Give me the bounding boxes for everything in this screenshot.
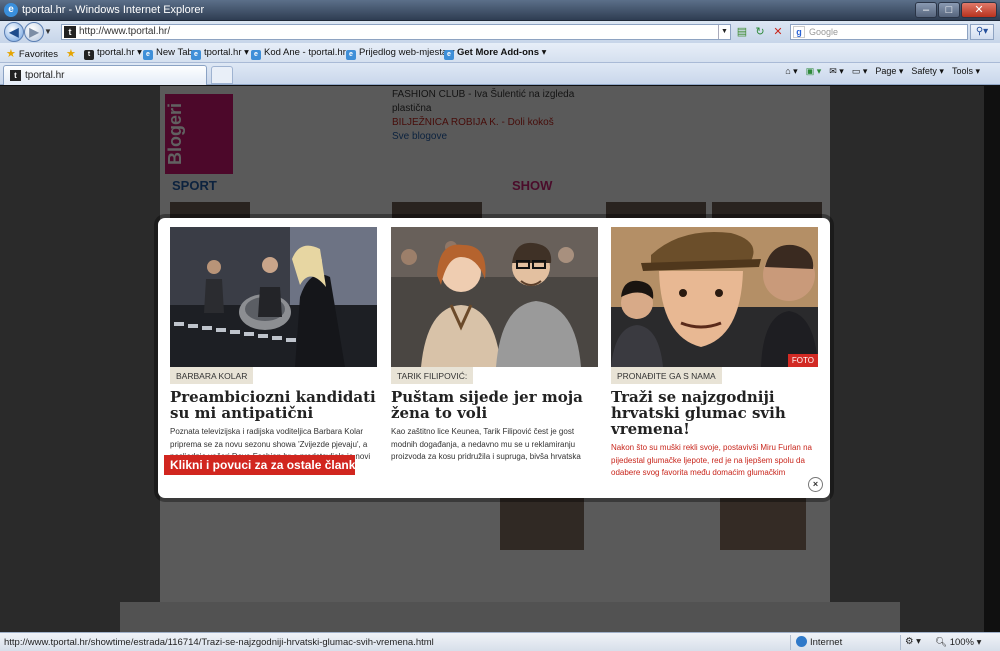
blogger-mark: Blogeri: [165, 94, 233, 174]
title-bar: e tportal.hr - Windows Internet Explorer…: [0, 0, 1000, 21]
tportal-icon: t: [84, 50, 94, 60]
article-headline[interactable]: Preambiciozni kandidati su mi antipatičn…: [170, 389, 377, 421]
command-bar: ⌂ ▾ ▣ ▾ ✉ ▾ ▭ ▾ Page ▾ Safety ▾ Tools ▾: [785, 66, 980, 77]
article-tag[interactable]: PRONAĐITE GA S NAMA: [611, 367, 722, 384]
ie-page-icon: e: [444, 50, 454, 60]
mail-icon[interactable]: ✉ ▾: [829, 66, 844, 77]
search-box[interactable]: g Google: [790, 24, 968, 40]
article-photo[interactable]: [391, 227, 598, 367]
ie-page-icon: e: [143, 50, 153, 60]
close-window-button[interactable]: ✕: [961, 2, 997, 18]
new-tab-button[interactable]: [211, 66, 233, 84]
search-placeholder[interactable]: Google: [809, 27, 838, 37]
ie-window: e tportal.hr - Windows Internet Explorer…: [0, 0, 1000, 651]
tportal-icon: t: [10, 70, 21, 81]
favorite-item-tportal[interactable]: t tportal.hr ▾: [84, 47, 142, 60]
status-bar: http://www.tportal.hr/showtime/estrada/1…: [0, 632, 1000, 651]
drag-for-more-button[interactable]: Klikni i povuci za za ostale članke!: [164, 455, 366, 475]
close-modal-icon[interactable]: ×: [808, 477, 823, 492]
address-dropdown-icon[interactable]: ▼: [718, 25, 730, 39]
article-headline[interactable]: Puštam sijede jer moja žena to voli: [391, 389, 598, 421]
article-headline[interactable]: Traži se najzgodniji hrvatski glumac svi…: [611, 389, 818, 437]
tab-bar: t tportal.hr ⌂ ▾ ▣ ▾ ✉ ▾ ▭ ▾ Page ▾ Safe…: [0, 63, 1000, 85]
ie-page-icon: e: [251, 50, 261, 60]
page-menu[interactable]: Page ▾: [875, 66, 903, 77]
tab-tportal[interactable]: t tportal.hr: [3, 65, 207, 85]
ie-page-icon: e: [346, 50, 356, 60]
address-bar[interactable]: t http://www.tportal.hr/ ▼: [61, 24, 731, 40]
favorites-bar: ★ Favorites ★ t tportal.hr ▾ e New Tab e tpo…: [0, 43, 1000, 63]
favorite-item-prijedlog[interactable]: ePrijedlog web-mjesta ▾: [346, 47, 455, 60]
window-controls: – □ ✕: [915, 2, 997, 18]
article-card[interactable]: TARIK FILIPOVIĆ: Puštam sijede jer moja …: [391, 227, 598, 464]
search-icon[interactable]: ⚲▾: [970, 24, 994, 40]
article-card[interactable]: FOTO PRONAĐITE GA S NAMA Traži se najzgo…: [611, 227, 818, 480]
address-url[interactable]: http://www.tportal.hr/: [79, 26, 170, 37]
navigation-bar: ◀ ▶ ▼ t http://www.tportal.hr/ ▼ ▤ ↻ ✕ g…: [0, 21, 1000, 43]
ie-logo-icon: e: [4, 3, 18, 17]
home-icon[interactable]: ⌂ ▾: [785, 66, 797, 77]
refresh-icon[interactable]: ↻: [753, 25, 767, 39]
photo-gallery-badge[interactable]: FOTO: [787, 354, 818, 367]
add-favorite-icon[interactable]: ★: [66, 47, 79, 60]
security-zone[interactable]: Internet: [796, 636, 842, 648]
tools-menu[interactable]: Tools ▾: [952, 66, 980, 77]
section-show: SHOW: [512, 178, 553, 193]
article-summary: Nakon što su muški rekli svoje, postaviv…: [611, 443, 812, 477]
favorites-button[interactable]: ★ Favorites: [6, 47, 58, 60]
recent-pages-dropdown[interactable]: ▼: [44, 27, 52, 36]
feeds-icon[interactable]: ▣ ▾: [806, 66, 822, 77]
safety-menu[interactable]: Safety ▾: [911, 66, 944, 77]
article-summary: Kao zaštitno lice Keunea, Tarik Filipovi…: [391, 427, 581, 461]
favorite-item-addons[interactable]: e Get More Add-ons ▾: [444, 47, 546, 60]
star-icon: ★: [6, 48, 16, 60]
window-title: tportal.hr - Windows Internet Explorer: [22, 4, 205, 16]
favorite-item-new-tab[interactable]: e New Tab: [143, 47, 193, 60]
nav-actions: ▤ ↻ ✕: [735, 25, 785, 39]
zoom-level[interactable]: 🔍︎ 100% ▾: [935, 637, 981, 648]
ie-page-icon: e: [191, 50, 201, 60]
status-url: http://www.tportal.hr/showtime/estrada/1…: [4, 637, 434, 648]
section-sport: SPORT: [172, 178, 217, 193]
article-photo[interactable]: [170, 227, 377, 367]
article-photo[interactable]: FOTO: [611, 227, 818, 367]
article-tag[interactable]: TARIK FILIPOVIĆ:: [391, 367, 474, 384]
protected-mode-icon[interactable]: ⚙ ▾: [905, 636, 921, 647]
site-favicon: t: [64, 26, 76, 38]
print-icon[interactable]: ▭ ▾: [852, 66, 868, 77]
forward-button[interactable]: ▶: [24, 22, 44, 42]
favorite-item-kod-ane[interactable]: eKod Ane - tportal.hr ▾: [251, 47, 353, 60]
maximize-button[interactable]: □: [938, 2, 960, 18]
article-card[interactable]: BARBARA KOLAR Preambiciozni kandidati su…: [170, 227, 377, 464]
article-tag[interactable]: BARBARA KOLAR: [170, 367, 254, 384]
back-button[interactable]: ◀: [4, 22, 24, 42]
globe-icon: [796, 636, 807, 647]
favorite-item-tportal-2[interactable]: e tportal.hr ▾: [191, 47, 249, 60]
google-icon: g: [793, 26, 805, 38]
compatibility-view-icon[interactable]: ▤: [735, 25, 749, 39]
minimize-button[interactable]: –: [915, 2, 937, 18]
stop-icon[interactable]: ✕: [771, 25, 785, 39]
